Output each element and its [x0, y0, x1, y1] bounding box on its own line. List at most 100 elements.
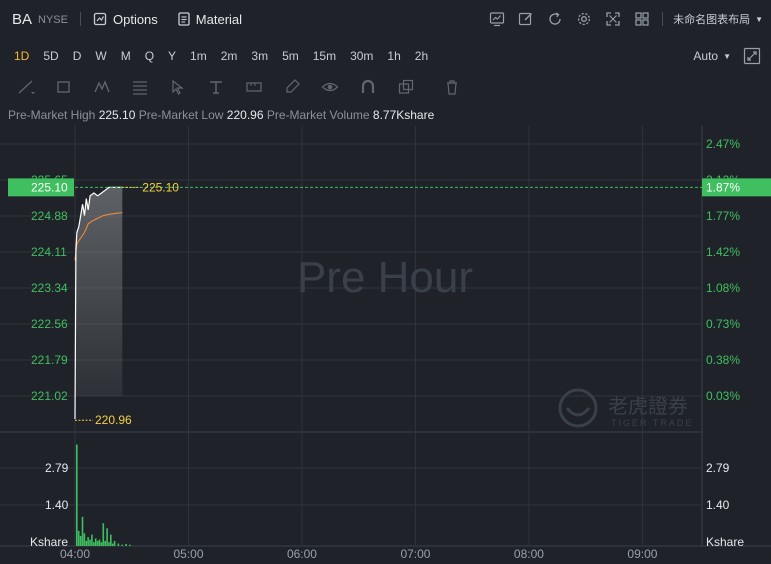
fullscreen-icon[interactable] [743, 47, 761, 65]
period-q[interactable]: Q [145, 49, 154, 63]
price-tick-label: 221.02 [31, 389, 68, 403]
material-label: Material [195, 11, 243, 27]
copy-icon[interactable] [396, 77, 416, 97]
volume-bar [117, 543, 120, 546]
volume-tick-label-left: 2.79 [45, 461, 69, 475]
refresh-icon[interactable] [545, 9, 565, 29]
volume-unit-right: Kshare [706, 535, 744, 549]
volume-bar [91, 534, 93, 546]
brush-icon[interactable] [282, 77, 302, 97]
period-w[interactable]: W [95, 49, 106, 63]
caret-down-icon: ▼ [755, 14, 763, 24]
pct-tick-label: 2.47% [706, 137, 740, 151]
volume-bar [111, 543, 114, 546]
pattern-tool-icon[interactable] [92, 77, 112, 97]
period-d[interactable]: D [73, 49, 82, 63]
pct-tick-label: 0.73% [706, 317, 740, 331]
period-1h[interactable]: 1h [387, 49, 400, 63]
watermark-text: Pre Hour [297, 253, 473, 302]
cursor-icon[interactable] [168, 77, 188, 97]
price-tick-label: 224.11 [31, 245, 67, 259]
period-1d[interactable]: 1D [14, 49, 29, 63]
pct-tick-label: 0.38% [706, 353, 740, 367]
pct-tick-label: 0.03% [706, 389, 740, 403]
layout-grid-icon[interactable] [632, 9, 652, 29]
volume-bar [106, 528, 108, 546]
options-button[interactable]: Options [93, 12, 158, 27]
text-tool-icon[interactable] [206, 77, 226, 97]
volume-tick-label-right: 2.79 [706, 461, 730, 475]
pct-tick-label: 1.08% [706, 281, 740, 295]
time-tick-label: 08:00 [514, 547, 544, 561]
volume-bar [110, 534, 112, 546]
ticker-symbol[interactable]: BA [12, 11, 32, 28]
volume-value: 8.77Kshare [372, 108, 435, 122]
volume-label: Pre-Market Volume [266, 108, 370, 122]
edit-icon[interactable] [516, 9, 536, 29]
volume-bar [100, 542, 103, 546]
brand-cn-text: 老虎證券 [608, 394, 688, 418]
price-tick-label: 223.34 [31, 281, 68, 295]
volume-tick-label-right: 1.40 [706, 498, 730, 512]
low-value: 220.96 [226, 108, 264, 122]
trend-line-icon[interactable] [16, 77, 36, 97]
volume-bar [76, 444, 78, 546]
time-tick-label: 07:00 [400, 547, 430, 561]
period-5m[interactable]: 5m [282, 49, 299, 63]
rectangle-tool-icon[interactable] [54, 77, 74, 97]
drawing-toolbar [0, 74, 771, 100]
exchange-label: NYSE [38, 14, 68, 26]
period-m[interactable]: M [121, 49, 131, 63]
layout-name-label: 未命名图表布局 [673, 14, 751, 26]
caret-down-icon: ▼ [723, 51, 731, 61]
pct-tick-label: 1.77% [706, 209, 740, 223]
price-chart[interactable]: Pre Hour 老虎證券 TIGER TRADE 225.65224.8822… [0, 126, 771, 564]
time-tick-label: 05:00 [173, 547, 203, 561]
layout-selector[interactable]: 未命名图表布局 ▼ [673, 11, 763, 27]
gear-icon[interactable] [574, 9, 594, 29]
eye-icon[interactable] [320, 77, 340, 97]
period-selector: 1D 5D D W M Q Y 1m 2m 3m 5m 15m 30m 1h 2h Auto ▼ [0, 43, 771, 69]
chart-app: BA NYSE Options Material 未命名图表布局 ▼ 1D 5D… [0, 0, 771, 564]
fibonacci-tool-icon[interactable] [130, 77, 150, 97]
current-pct-label: 1.87% [706, 180, 740, 194]
price-area [75, 187, 123, 420]
brand-en-text: TIGER TRADE [611, 418, 693, 428]
scale-mode-dropdown[interactable]: Auto ▼ [693, 43, 731, 69]
volume-bar [94, 538, 97, 546]
period-3m[interactable]: 3m [251, 49, 268, 63]
period-5d[interactable]: 5D [43, 49, 58, 63]
time-tick-label: 04:00 [60, 547, 90, 561]
indicator-icon[interactable] [487, 9, 507, 29]
volume-bar [89, 539, 91, 546]
expand-icon[interactable] [603, 9, 623, 29]
trash-icon[interactable] [442, 77, 462, 97]
volume-bar [104, 540, 106, 546]
period-2m[interactable]: 2m [221, 49, 238, 63]
header-bar: BA NYSE Options Material 未命名图表布局 ▼ [0, 0, 771, 38]
time-tick-label: 09:00 [627, 547, 657, 561]
volume-bar [85, 540, 88, 546]
volume-bar [83, 533, 86, 546]
pre-market-info: Pre-Market High 225.10 Pre-Market Low 22… [8, 108, 434, 122]
volume-bar [125, 544, 127, 546]
price-tick-label: 224.88 [31, 209, 68, 223]
volume-tick-label-left: 1.40 [45, 498, 69, 512]
period-2h[interactable]: 2h [415, 49, 428, 63]
period-15m[interactable]: 15m [313, 49, 336, 63]
price-tick-label: 221.79 [31, 353, 68, 367]
measure-tool-icon[interactable] [244, 77, 264, 97]
volume-bar [96, 540, 99, 546]
period-30m[interactable]: 30m [350, 49, 373, 63]
volume-bar [87, 537, 89, 546]
pct-tick-label: 1.42% [706, 245, 740, 259]
price-tick-label: 222.56 [31, 317, 68, 331]
header-divider [79, 12, 81, 26]
material-button[interactable]: Material [178, 12, 242, 27]
material-icon [178, 12, 190, 26]
volume-bar [113, 540, 116, 546]
period-1m[interactable]: 1m [190, 49, 207, 63]
period-y[interactable]: Y [168, 49, 176, 63]
magnet-icon[interactable] [358, 77, 378, 97]
volume-bar [79, 535, 82, 546]
